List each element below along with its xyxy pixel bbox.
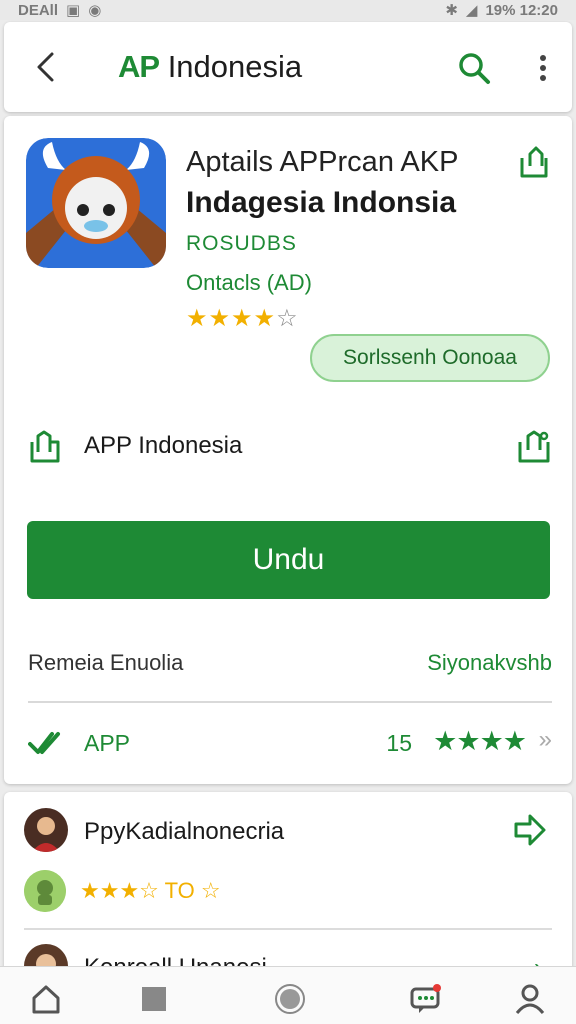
search-icon bbox=[459, 53, 490, 84]
app-detail-card: Aptails APPrcan AKP Indagesia Indonsia R… bbox=[4, 116, 572, 784]
notification-icon: ◉ bbox=[88, 2, 102, 19]
carrier-text: DEAll bbox=[18, 1, 59, 19]
rating-stars: ★★★★☆ bbox=[186, 304, 299, 333]
review-stars: ★★★☆ TO ☆ bbox=[80, 878, 221, 904]
status-left: DEAll ▣ ◉ bbox=[18, 1, 102, 20]
image-notification-icon: ▣ bbox=[66, 2, 81, 19]
rating-stars-filled: ★★★★ bbox=[186, 305, 277, 332]
search-button[interactable] bbox=[454, 48, 494, 88]
nav-profile[interactable] bbox=[510, 979, 550, 1019]
circle-icon bbox=[275, 984, 305, 1014]
app-info-row[interactable]: APP Indonesia bbox=[28, 428, 552, 468]
rating-stars-empty: ☆ bbox=[276, 305, 299, 332]
app-icon bbox=[26, 138, 166, 268]
bluetooth-icon: ✱ bbox=[445, 2, 458, 19]
app-row-label: APP bbox=[84, 730, 131, 756]
nav-circle[interactable] bbox=[270, 979, 310, 1019]
status-bar: DEAll ▣ ◉ ✱ ◢ 19% 12:20 bbox=[0, 0, 576, 20]
back-button[interactable] bbox=[26, 48, 64, 86]
double-check-icon bbox=[28, 732, 60, 754]
square-icon bbox=[142, 987, 166, 1011]
developer-link[interactable]: ROSUDBS bbox=[186, 232, 297, 256]
meta-row: Remeia Enuolia Siyonakvshb bbox=[28, 650, 552, 680]
subscribe-button[interactable]: Sorlssenh Oonoaa bbox=[310, 334, 550, 382]
meta-left-text: Remeia Enuolia bbox=[28, 650, 184, 675]
more-vertical-icon bbox=[540, 55, 546, 81]
share-button[interactable] bbox=[516, 144, 552, 180]
review-stars-glyphs: ★★★☆ bbox=[80, 878, 159, 903]
page-title-brand: AP bbox=[118, 49, 160, 84]
home-icon bbox=[32, 985, 60, 1014]
profile-icon bbox=[515, 984, 545, 1014]
review-badge-text: TO ☆ bbox=[164, 878, 221, 903]
top-app-bar: AP Indonesia bbox=[4, 22, 572, 112]
share-icon bbox=[518, 430, 550, 463]
divider bbox=[28, 701, 552, 703]
signal-icon: ◢ bbox=[465, 2, 478, 19]
page-title-rest: Indonesia bbox=[159, 49, 303, 84]
app-title-line-2: Indagesia Indonsia bbox=[186, 186, 457, 219]
category-label: Ontacls (AD) bbox=[186, 270, 312, 295]
page-title: AP Indonesia bbox=[118, 49, 302, 85]
rating-row-stars: ★★★★ bbox=[433, 726, 527, 756]
app-info-label: APP Indonesia bbox=[84, 432, 243, 459]
reviews-card: PpyKadialnonecria ★★★☆ TO ☆ Kenreall Una… bbox=[4, 792, 572, 982]
review-rating: ★★★☆ TO ☆ bbox=[24, 870, 324, 914]
status-right: ✱ ◢ 19% 12:20 bbox=[445, 1, 558, 20]
more-options-button[interactable] bbox=[528, 48, 558, 88]
chevron-right-icon: » bbox=[538, 726, 552, 753]
avatar bbox=[24, 808, 68, 852]
nav-chat[interactable] bbox=[406, 979, 446, 1019]
review-item[interactable]: PpyKadialnonecria bbox=[24, 808, 548, 856]
share-icon bbox=[520, 146, 548, 178]
divider bbox=[24, 928, 552, 930]
forward-icon bbox=[514, 814, 546, 846]
app-title-line-1: Aptails APPrcan AKP bbox=[186, 146, 459, 178]
chevron-left-icon bbox=[37, 52, 54, 82]
reviewer-name: PpyKadialnonecria bbox=[84, 818, 285, 845]
nav-square[interactable] bbox=[134, 979, 174, 1019]
nav-home[interactable] bbox=[26, 979, 66, 1019]
rating-count: 15 bbox=[386, 730, 412, 756]
app-badge-icon bbox=[24, 870, 66, 912]
meta-right-link[interactable]: Siyonakvshb bbox=[427, 650, 552, 676]
bottom-navigation bbox=[0, 966, 576, 1024]
app-rating-row[interactable]: APP 15 ★★★★ » bbox=[28, 724, 552, 764]
install-icon bbox=[30, 430, 60, 463]
status-time-battery: 19% 12:20 bbox=[485, 1, 558, 19]
chat-icon bbox=[410, 984, 441, 1013]
install-button[interactable]: Undu bbox=[27, 521, 550, 599]
